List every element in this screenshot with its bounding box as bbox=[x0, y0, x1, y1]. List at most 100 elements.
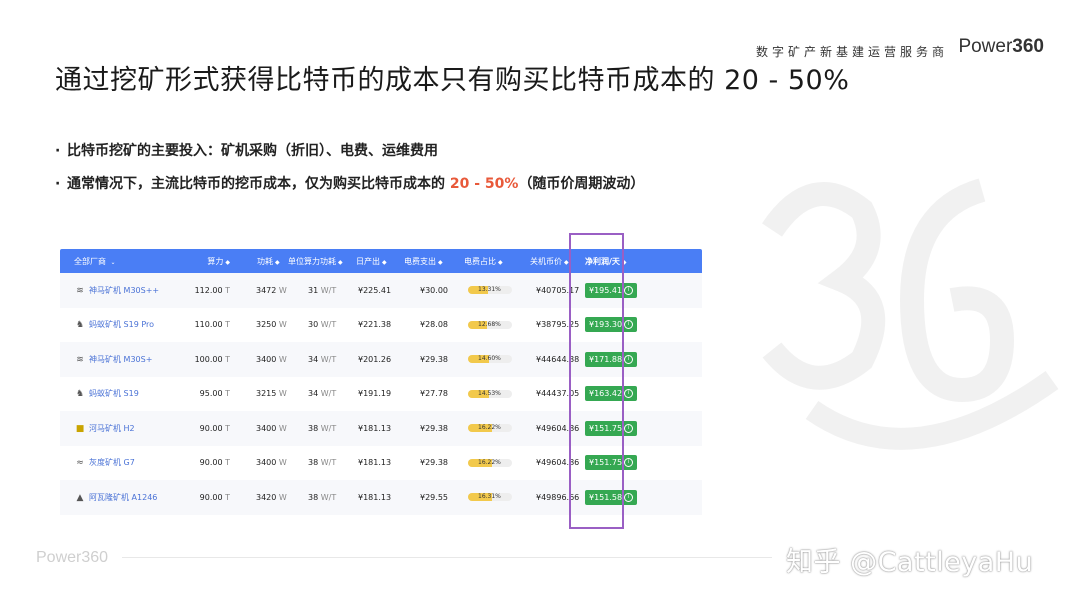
hashrate-cell: 90.00 T bbox=[199, 492, 230, 502]
vendor-filter[interactable]: 全部厂商 ⌄ bbox=[60, 256, 175, 267]
hashrate-cell: 100.00 T bbox=[194, 354, 230, 364]
miner-name-cell: ■ 河马矿机 H2 bbox=[60, 423, 175, 434]
col-elec-cost[interactable]: 电费支出 ◆ bbox=[404, 256, 464, 267]
efficiency-cell: 34 W/T bbox=[308, 354, 337, 364]
daily-output-cell: ¥181.13 bbox=[358, 423, 392, 433]
bullet-text: 通常情况下，主流比特币的挖币成本，仅为购买比特币成本的 bbox=[67, 176, 450, 192]
power-cell: 3215 Wi bbox=[230, 389, 288, 398]
bullet-item: · 通常情况下，主流比特币的挖币成本，仅为购买比特币成本的 20 - 50%（随币… bbox=[55, 176, 645, 192]
miner-name-cell: ▲ 阿瓦隆矿机 A1246 bbox=[60, 492, 175, 503]
elec-ratio-bar: 13.31% bbox=[468, 286, 512, 295]
elec-cost-cell: ¥29.38 bbox=[420, 458, 448, 468]
col-elec-ratio[interactable]: 电费占比 ◆ bbox=[464, 256, 530, 267]
whatsminer-icon: ≋ bbox=[76, 354, 84, 365]
col-daily-output[interactable]: 日产出 ◆ bbox=[348, 256, 404, 267]
efficiency-cell: 38 W/T bbox=[308, 458, 337, 468]
miner-name-cell: ♞ 蚂蚁矿机 S19 bbox=[60, 388, 175, 399]
elec-cost-cell: ¥29.38 bbox=[420, 354, 448, 364]
background-360-watermark bbox=[762, 178, 1059, 450]
bullet-list: · 比特币挖矿的主要投入：矿机采购（折旧）、电费、运维费用 · 通常情况下，主流比特… bbox=[55, 140, 644, 206]
miner-name-link[interactable]: 阿瓦隆矿机 A1246 bbox=[89, 493, 157, 502]
bullet-text: 比特币挖矿的主要投入：矿机采购（折旧）、电费、运维费用 bbox=[67, 143, 438, 159]
elec-cost-cell: ¥30.00 bbox=[420, 285, 448, 295]
zhihu-watermark: 知乎 @CattleyaHu bbox=[786, 547, 1034, 578]
col-efficiency[interactable]: 单位算力功耗 ◆ bbox=[288, 256, 348, 267]
elec-cost-cell: ¥28.08 bbox=[420, 320, 448, 330]
daily-output-cell: ¥191.19 bbox=[358, 389, 392, 399]
sort-icon: ◆ bbox=[338, 258, 343, 266]
avalon-icon: ▲ bbox=[76, 492, 84, 503]
power-cell: 3472 Wi bbox=[230, 286, 288, 295]
elec-ratio-bar: 16.22% bbox=[468, 424, 512, 433]
miner-name-link[interactable]: 神马矿机 M30S++ bbox=[89, 286, 159, 295]
miner-name-cell: ♞ 蚂蚁矿机 S19 Pro bbox=[60, 319, 175, 330]
power-cell: 3400 Wi bbox=[230, 424, 288, 433]
miner-name-cell: ≋ 神马矿机 M30S+ bbox=[60, 354, 175, 365]
miner-name-cell: ≋ 神马矿机 M30S++ bbox=[60, 285, 175, 296]
hashrate-cell: 95.00 T bbox=[199, 389, 230, 399]
info-icon[interactable]: i bbox=[624, 389, 634, 399]
sort-icon: ◆ bbox=[438, 258, 443, 266]
power-cell: 3250 Wi bbox=[230, 320, 288, 329]
brand-suffix: 360 bbox=[1012, 36, 1044, 57]
sort-icon: ◆ bbox=[564, 258, 569, 266]
bullet-text: （随币价周期波动） bbox=[518, 176, 645, 192]
miner-name-cell: ≈ 灰度矿机 G7 bbox=[60, 457, 175, 468]
efficiency-cell: 38 W/T bbox=[308, 423, 337, 433]
daily-output-cell: ¥201.26 bbox=[358, 354, 392, 364]
antminer-icon: ♞ bbox=[75, 320, 85, 331]
daily-output-cell: ¥181.13 bbox=[358, 458, 392, 468]
daily-output-cell: ¥221.38 bbox=[358, 320, 392, 330]
elec-ratio-bar: 14.53% bbox=[468, 389, 512, 398]
power-cell: 3420 Wi bbox=[230, 493, 288, 502]
sort-icon: ◆ bbox=[498, 258, 503, 266]
efficiency-cell: 30 W/T bbox=[308, 320, 337, 330]
info-icon[interactable]: i bbox=[624, 320, 634, 330]
shutdown-price-highlight bbox=[569, 233, 624, 529]
elec-ratio-cell: 16.31% bbox=[464, 493, 530, 502]
miner-name-link[interactable]: 蚂蚁矿机 S19 Pro bbox=[89, 320, 154, 329]
miner-name-link[interactable]: 灰度矿机 G7 bbox=[89, 458, 135, 467]
elec-ratio-cell: 14.53% bbox=[464, 389, 530, 398]
elec-ratio-bar: 12.68% bbox=[468, 320, 512, 329]
hippo-icon: ■ bbox=[75, 423, 85, 434]
sort-icon: ◆ bbox=[382, 258, 387, 266]
hashrate-cell: 90.00 T bbox=[199, 458, 230, 468]
brand-prefix: Power bbox=[958, 36, 1013, 57]
brand-logo: Power360 bbox=[958, 36, 1044, 58]
efficiency-cell: 31 W/T bbox=[308, 285, 337, 295]
elec-cost-cell: ¥29.55 bbox=[420, 492, 448, 502]
chevron-down-icon: ⌄ bbox=[110, 258, 116, 266]
elec-ratio-bar: 16.22% bbox=[468, 458, 512, 467]
efficiency-cell: 38 W/T bbox=[308, 492, 337, 502]
footer-logo: Power360 bbox=[36, 549, 109, 566]
footer-divider bbox=[122, 557, 772, 558]
whatsminer-icon: ≋ bbox=[76, 285, 84, 296]
daily-output-cell: ¥225.41 bbox=[358, 285, 392, 295]
elec-ratio-cell: 16.22% bbox=[464, 458, 530, 467]
info-icon[interactable]: i bbox=[624, 423, 634, 433]
grayscale-icon: ≈ bbox=[76, 458, 84, 469]
col-hashrate[interactable]: 算力 ◆ bbox=[175, 256, 230, 267]
col-power[interactable]: 功耗 ◆ bbox=[230, 256, 288, 267]
elec-ratio-cell: 14.60% bbox=[464, 355, 530, 364]
elec-cost-cell: ¥29.38 bbox=[420, 423, 448, 433]
hashrate-cell: 112.00 T bbox=[194, 285, 230, 295]
miner-name-link[interactable]: 河马矿机 H2 bbox=[89, 424, 135, 433]
page-title: 通过挖矿形式获得比特币的成本只有购买比特币成本的 20 - 50% bbox=[55, 65, 850, 96]
daily-output-cell: ¥181.13 bbox=[358, 492, 392, 502]
elec-ratio-bar: 14.60% bbox=[468, 355, 512, 364]
info-icon[interactable]: i bbox=[624, 354, 634, 364]
elec-cost-cell: ¥27.78 bbox=[420, 389, 448, 399]
miner-name-link[interactable]: 神马矿机 M30S+ bbox=[89, 355, 152, 364]
highlight-range: 20 - 50% bbox=[449, 176, 519, 192]
elec-ratio-cell: 16.22% bbox=[464, 424, 530, 433]
info-icon[interactable]: i bbox=[624, 458, 634, 468]
miner-name-link[interactable]: 蚂蚁矿机 S19 bbox=[89, 389, 139, 398]
hashrate-cell: 90.00 T bbox=[199, 423, 230, 433]
elec-ratio-bar: 16.31% bbox=[468, 493, 512, 502]
elec-ratio-cell: 12.68% bbox=[464, 320, 530, 329]
hashrate-cell: 110.00 T bbox=[194, 320, 230, 330]
info-icon[interactable]: i bbox=[624, 492, 634, 502]
info-icon[interactable]: i bbox=[624, 285, 634, 295]
